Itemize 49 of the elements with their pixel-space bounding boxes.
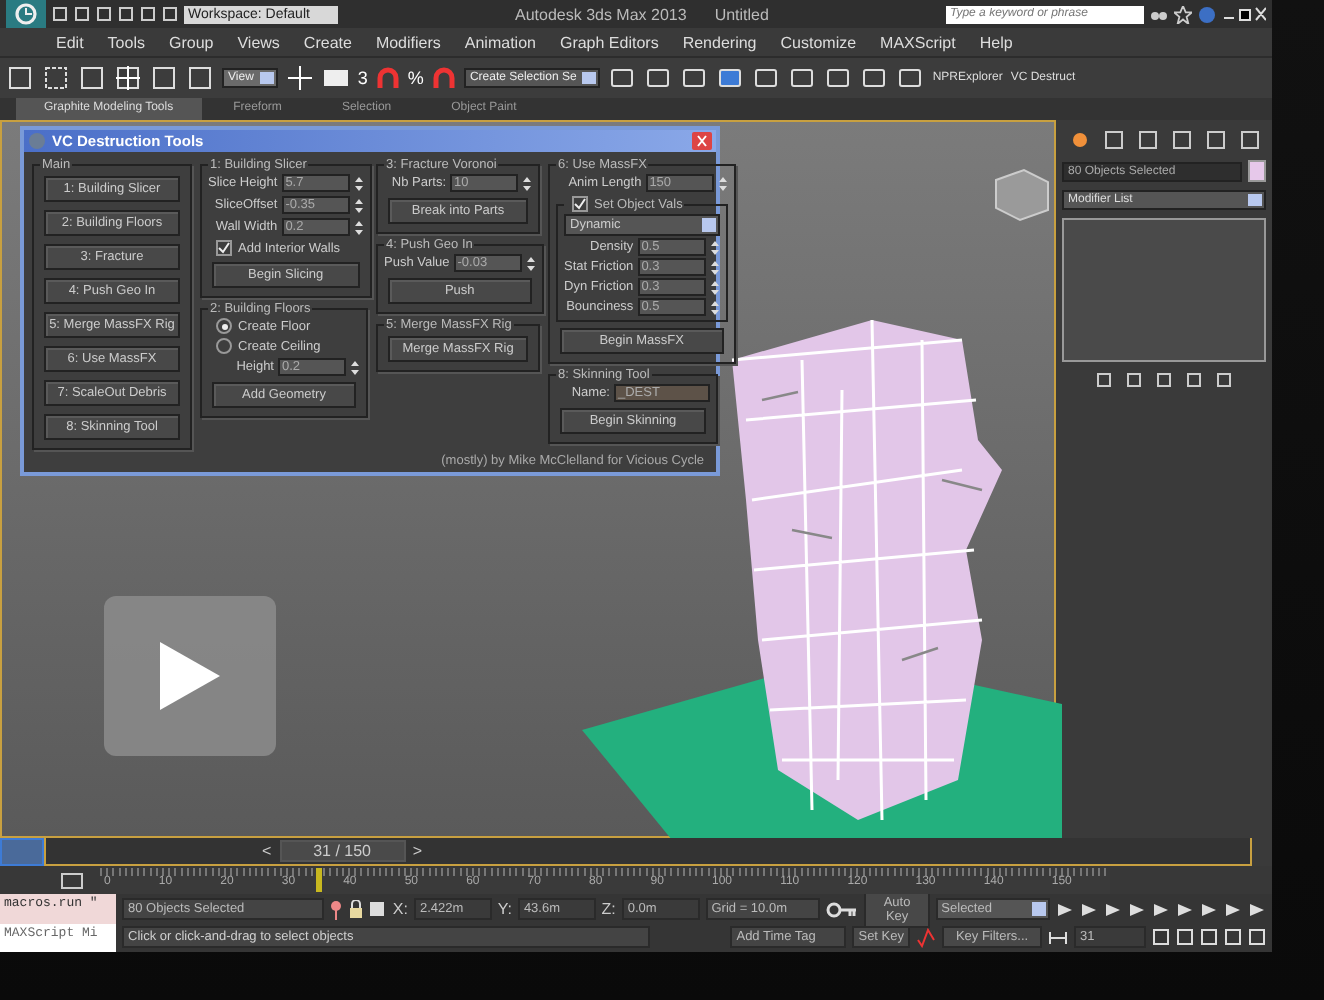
snap-toggle[interactable]: 3 <box>357 68 368 88</box>
radio-button[interactable] <box>216 318 232 334</box>
menu-item[interactable]: Graph Editors <box>559 33 659 51</box>
modifier-stack-list[interactable] <box>1062 218 1266 362</box>
key-icon[interactable] <box>826 901 859 917</box>
move-icon[interactable] <box>114 64 142 92</box>
radio-button[interactable] <box>216 338 232 354</box>
lock-icon[interactable] <box>347 900 363 918</box>
menu-item[interactable]: Create <box>303 33 352 51</box>
checkbox[interactable] <box>572 196 588 212</box>
menu-item[interactable]: Modifiers <box>375 33 441 51</box>
menu-item[interactable]: Customize <box>780 33 857 51</box>
key-curve-icon[interactable] <box>916 927 936 947</box>
coordinate-label: Y: <box>497 900 512 918</box>
menu-item[interactable]: Tools <box>107 33 145 51</box>
percent-snap-toggle[interactable]: % <box>407 68 424 88</box>
spinner-icon[interactable] <box>350 359 360 375</box>
spinner-icon[interactable] <box>522 175 532 191</box>
time-slider-thumb[interactable]: < 31 / 150 > <box>262 840 423 862</box>
checkbox[interactable] <box>216 240 232 256</box>
menu-item[interactable]: MAXScript <box>880 33 956 51</box>
star-icon[interactable] <box>1174 5 1192 23</box>
menu-item[interactable]: Edit <box>56 33 84 51</box>
menu-item[interactable]: Help <box>979 33 1013 51</box>
pivot-icon[interactable] <box>285 64 314 92</box>
menu-item[interactable]: Group <box>168 33 214 51</box>
frame-counter: 31 / 150 <box>279 840 405 862</box>
object-color-swatch[interactable] <box>1248 160 1266 182</box>
rectangle-select-icon[interactable] <box>42 64 70 92</box>
coordinate-label: Z: <box>601 900 616 918</box>
app-title: Autodesk 3ds Max 2013 <box>514 5 687 23</box>
binoculars-icon[interactable] <box>1150 6 1168 22</box>
magnet-icon[interactable] <box>375 66 400 90</box>
viewport-thumbnail[interactable] <box>0 838 44 866</box>
next-frame-arrow[interactable]: > <box>412 842 423 860</box>
close-icon[interactable] <box>692 132 712 150</box>
prev-frame-arrow[interactable]: < <box>262 842 272 860</box>
play-icon <box>156 638 224 714</box>
file-name: Untitled <box>714 5 769 23</box>
view-cube-icon[interactable] <box>994 168 1050 222</box>
menu-item[interactable]: Animation <box>464 33 536 51</box>
menu-item[interactable]: Rendering <box>682 33 757 51</box>
coordinate-label: X: <box>392 900 408 918</box>
window-controls-icon[interactable] <box>1222 6 1266 22</box>
menu-item[interactable]: Views <box>237 33 280 51</box>
play-icon[interactable] <box>1104 901 1123 917</box>
isolate-icon[interactable] <box>329 899 341 919</box>
magnet-icon[interactable] <box>431 66 456 90</box>
video-play-button[interactable] <box>104 596 276 756</box>
